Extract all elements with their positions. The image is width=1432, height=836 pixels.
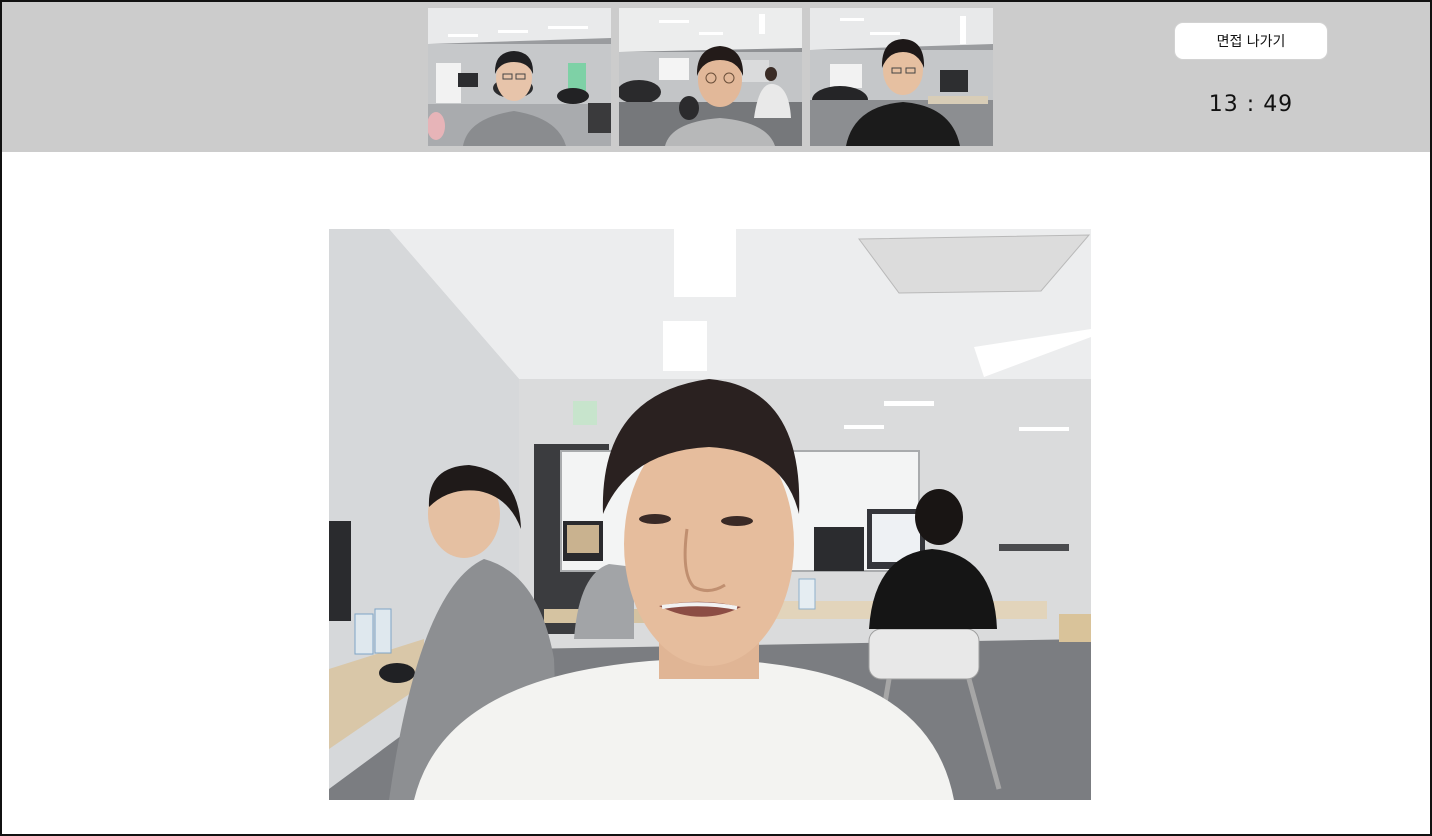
interview-timer: 13 : 49 [1208,92,1294,117]
main-speaker-video[interactable] [329,229,1091,800]
participant-video-2[interactable] [619,8,802,146]
leave-interview-button[interactable]: 면접 나가기 [1174,22,1328,60]
top-bar: 면접 나가기 13 : 49 [2,2,1430,152]
participant-video-3[interactable] [810,8,993,146]
participant-thumbnails [428,8,993,146]
interview-room: 면접 나가기 13 : 49 [0,0,1432,836]
participant-video-1[interactable] [428,8,611,146]
